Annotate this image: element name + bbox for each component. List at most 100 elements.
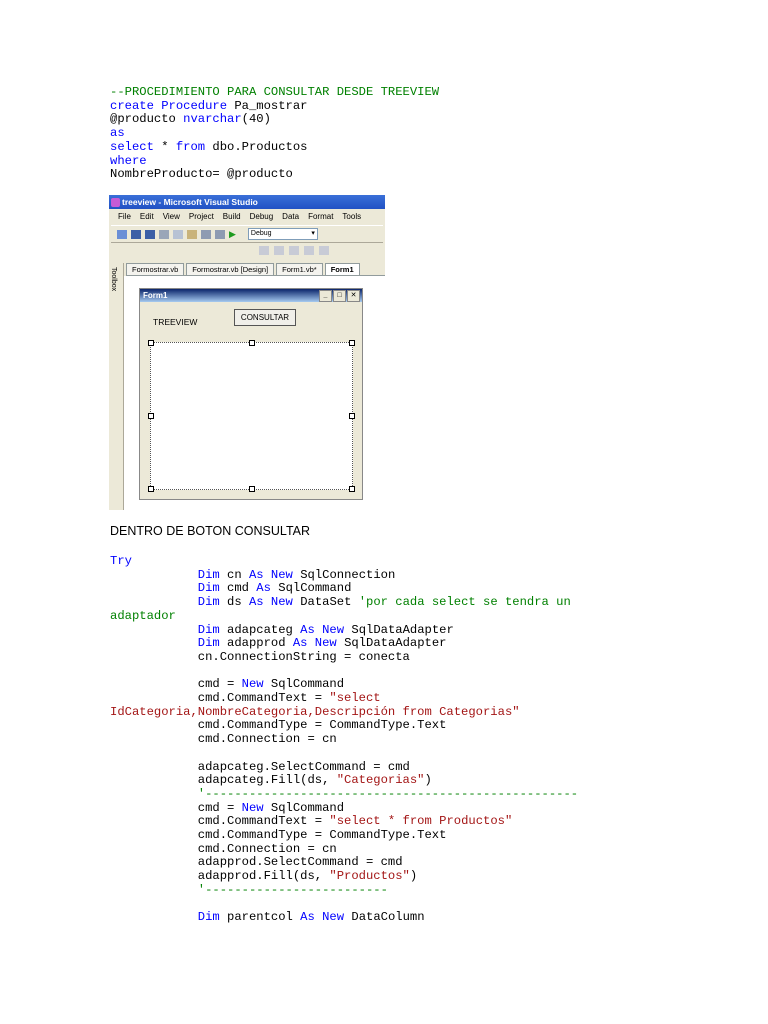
maximize-icon[interactable]: □: [333, 290, 346, 302]
solution-configuration-select[interactable]: Debug: [247, 228, 318, 240]
code-token: As New: [248, 567, 293, 582]
form1-title: Form1: [143, 291, 168, 300]
vb-code-line: Dim adapprod As New SqlDataAdapter: [110, 636, 578, 651]
form1-window-buttons: _ □ ✕: [319, 290, 360, 302]
code-token: Pa_mostrar: [227, 98, 308, 113]
vb-code-line: ​: [110, 665, 578, 679]
code-token: SqlDataAdapter: [336, 636, 447, 651]
tab-form1-vb[interactable]: Form1.vb*: [276, 263, 323, 275]
code-token: cmd =: [110, 677, 242, 692]
resize-handle[interactable]: [148, 340, 154, 346]
visual-studio-screenshot: treeview - Microsoft Visual Studio File …: [109, 195, 385, 510]
save-all-icon[interactable]: [145, 229, 155, 239]
code-token: cmd.Connection = cn: [110, 732, 337, 747]
code-token: cmd.CommandText =: [110, 814, 330, 829]
copy-icon[interactable]: [173, 229, 183, 239]
align-right-icon[interactable]: [289, 245, 299, 255]
vb-code-line: adapcateg.Fill(ds, "Categorias"): [110, 773, 578, 788]
vb-code-line: adaptador: [110, 608, 578, 624]
tab-formostrar-vb[interactable]: Formostrar.vb: [126, 263, 185, 275]
cut-icon[interactable]: [159, 229, 169, 239]
code-token: As New: [248, 595, 293, 610]
close-icon[interactable]: ✕: [347, 290, 360, 302]
resize-handle[interactable]: [249, 486, 255, 492]
vb-code-line: IdCategoria,NombreCategoria,Descripción …: [110, 705, 578, 720]
menu-view[interactable]: View: [163, 209, 180, 225]
vb-code-line: ​: [110, 898, 578, 912]
vb-code-line: cmd.Connection = cn: [110, 732, 578, 747]
paste-icon[interactable]: [187, 229, 197, 239]
vs-layout-toolbar: [109, 243, 385, 257]
code-token: where: [110, 153, 147, 168]
code-token: dbo.Productos: [205, 139, 308, 154]
code-token: DataSet: [292, 595, 359, 610]
code-token: SqlCommand: [263, 677, 345, 692]
code-token: NombreProducto= @producto: [110, 167, 293, 182]
menu-edit[interactable]: Edit: [140, 209, 154, 225]
code-token: Dim: [197, 622, 220, 637]
code-token: cmd.Connection = cn: [110, 841, 337, 856]
align-center-icon[interactable]: [274, 245, 284, 255]
code-token: Dim: [197, 595, 220, 610]
resize-handle[interactable]: [148, 486, 154, 492]
new-project-icon[interactable]: [117, 229, 127, 239]
minimize-icon[interactable]: _: [319, 290, 332, 302]
form1-window[interactable]: Form1 _ □ ✕ TREEVIEW CONSULTAR: [139, 288, 363, 500]
code-token: ): [424, 773, 432, 788]
code-token: (40): [241, 112, 271, 127]
vb-code-line: Dim parentcol As New DataColumn: [110, 910, 578, 925]
resize-handle[interactable]: [349, 413, 355, 419]
code-token: create Procedure: [110, 98, 228, 113]
code-token: cmd.CommandType = CommandType.Text: [110, 718, 447, 733]
align-top-icon[interactable]: [304, 245, 314, 255]
vb-code-line: cmd.Connection = cn: [110, 841, 578, 857]
code-token: cmd: [219, 581, 257, 596]
menu-format[interactable]: Format: [308, 209, 333, 225]
toolbox-label: Toolbox: [110, 267, 117, 292]
code-token: Dim: [197, 581, 220, 596]
treeview-control[interactable]: [148, 340, 355, 492]
menu-build[interactable]: Build: [223, 209, 241, 225]
start-debugging-icon[interactable]: ▶: [229, 229, 236, 240]
code-token: ): [409, 869, 418, 884]
code-token: Dim: [197, 636, 220, 651]
menu-file[interactable]: File: [118, 209, 131, 225]
sql-code-line: @producto nvarchar(40): [110, 113, 439, 127]
menu-project[interactable]: Project: [189, 209, 214, 225]
align-middle-icon[interactable]: [319, 245, 329, 255]
save-icon[interactable]: [131, 229, 141, 239]
code-token: SqlDataAdapter: [344, 622, 454, 637]
code-token: DataColumn: [344, 910, 425, 925]
vb-code-line: '---------------------------------------…: [110, 786, 579, 802]
code-token: As New: [292, 636, 337, 651]
sql-code-line: as: [110, 126, 439, 141]
tab-formostrar-design[interactable]: Formostrar.vb [Design]: [186, 263, 275, 275]
vs-menu-bar: File Edit View Project Build Debug Data …: [109, 209, 385, 225]
vb-code-line: Dim cn As New SqlConnection: [110, 567, 578, 583]
code-token: nvarchar: [183, 112, 242, 127]
resize-handle[interactable]: [349, 340, 355, 346]
resize-handle[interactable]: [148, 413, 154, 419]
code-token: adaptador: [110, 608, 176, 623]
code-token: select: [110, 139, 154, 154]
resize-handle[interactable]: [249, 340, 255, 346]
code-token: cn.ConnectionString = conecta: [110, 649, 410, 664]
code-token: As: [256, 581, 271, 596]
align-left-icon[interactable]: [259, 245, 269, 255]
code-token: '---------------------------------------…: [197, 786, 579, 801]
menu-debug[interactable]: Debug: [250, 209, 274, 225]
redo-icon[interactable]: [215, 229, 225, 239]
menu-data[interactable]: Data: [282, 209, 299, 225]
vb-code-line: Dim adapcateg As New SqlDataAdapter: [110, 622, 578, 638]
undo-icon[interactable]: [201, 229, 211, 239]
code-token: parentcol: [219, 910, 301, 925]
resize-handle[interactable]: [349, 486, 355, 492]
code-token: '-------------------------: [197, 882, 388, 897]
toolbox-panel[interactable]: Toolbox: [109, 263, 124, 510]
tab-form1-design[interactable]: Form1: [324, 263, 360, 275]
menu-tools[interactable]: Tools: [342, 209, 361, 225]
vb-code-line: adapcateg.SelectCommand = cmd: [110, 760, 578, 775]
consultar-button[interactable]: CONSULTAR: [234, 309, 296, 326]
